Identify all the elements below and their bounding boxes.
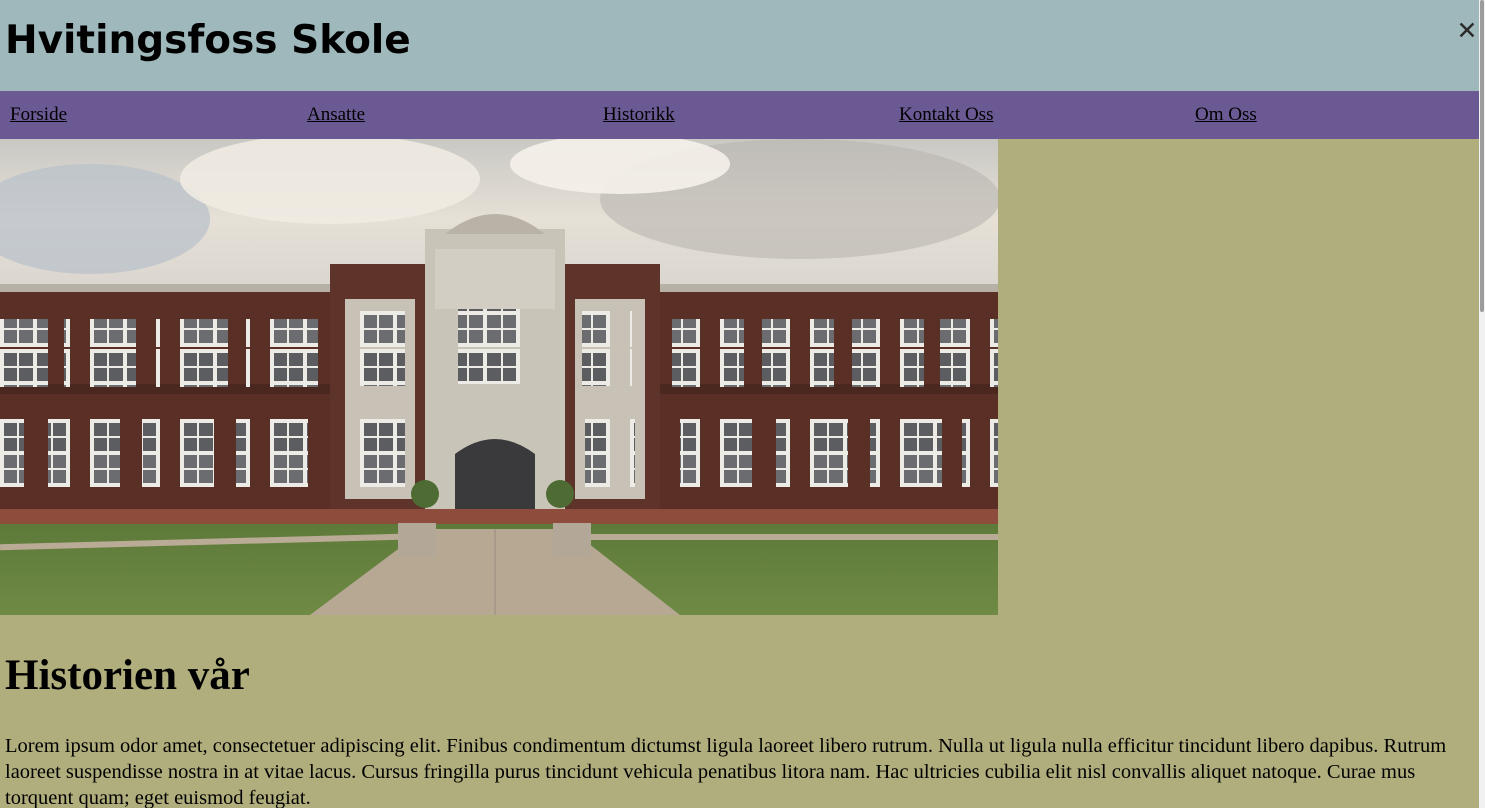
scrollbar-thumb[interactable] (1480, 0, 1484, 312)
nav-link-ansatte[interactable]: Ansatte (307, 104, 365, 126)
nav-link-forside[interactable]: Forside (10, 104, 67, 126)
main-nav: Forside Ansatte Historikk Kontakt Oss Om… (0, 91, 1479, 139)
vertical-scrollbar[interactable] (1479, 0, 1485, 808)
nav-link-historikk[interactable]: Historikk (603, 104, 675, 126)
close-icon[interactable]: ✕ (1455, 18, 1479, 44)
site-header: Hvitingsfoss Skole ✕ (0, 0, 1479, 91)
page: Hvitingsfoss Skole ✕ Forside Ansatte His… (0, 0, 1485, 808)
section-heading: Historien vår (5, 652, 250, 699)
site-title: Hvitingsfoss Skole (5, 18, 411, 63)
nav-link-om-oss[interactable]: Om Oss (1195, 104, 1257, 126)
nav-link-kontakt-oss[interactable]: Kontakt Oss (899, 104, 993, 126)
school-building-photo (0, 139, 998, 615)
section-body-text: Lorem ipsum odor amet, consectetuer adip… (5, 735, 1447, 808)
